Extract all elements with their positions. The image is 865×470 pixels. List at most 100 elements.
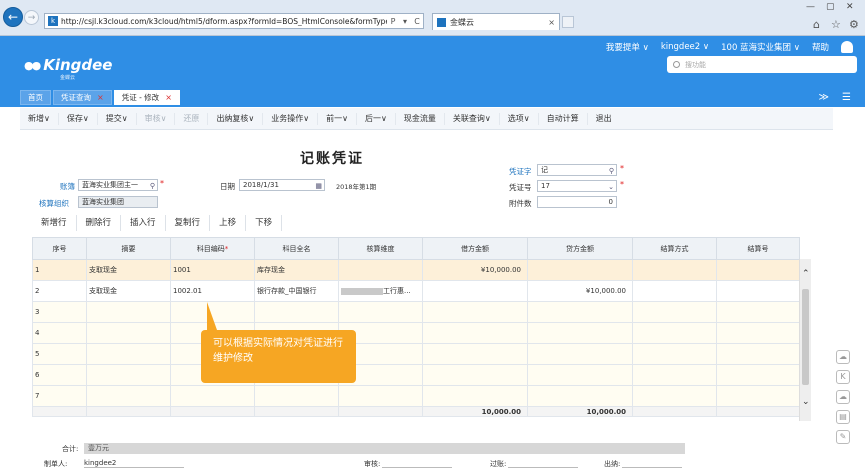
k-app-icon[interactable]: K: [836, 370, 850, 384]
toolbar-auto-calc-button[interactable]: 自动计算: [539, 112, 588, 125]
attachments-field[interactable]: 0: [537, 196, 617, 208]
menu-icon[interactable]: ☰: [842, 92, 851, 103]
scroll-down-icon[interactable]: ⌄: [802, 397, 810, 407]
cell-debit[interactable]: [422, 343, 528, 365]
toolbar-save-button[interactable]: 保存∨: [59, 112, 98, 125]
cell-debit[interactable]: [422, 385, 528, 407]
cell-settle-no[interactable]: [716, 364, 800, 386]
cell-settle-method[interactable]: [632, 259, 717, 281]
bell-icon[interactable]: [841, 41, 853, 53]
insert-row-button[interactable]: 插入行: [121, 215, 166, 231]
table-row[interactable]: 4: [32, 322, 800, 344]
cell-code[interactable]: 1001: [170, 259, 255, 281]
org-menu[interactable]: 100 蓝海实业集团 ∨: [721, 41, 800, 53]
cell-credit[interactable]: [527, 385, 633, 407]
tab-close-icon[interactable]: ×: [165, 93, 172, 102]
forward-arrow-icon[interactable]: →: [24, 10, 39, 25]
cell-dim[interactable]: [338, 259, 423, 281]
chevron-down-icon[interactable]: ⌄: [608, 182, 614, 191]
voucher-word-field[interactable]: 记 ⚲: [537, 164, 617, 176]
cell-debit[interactable]: [422, 280, 528, 302]
cell-settle-no[interactable]: [716, 385, 800, 407]
url-text[interactable]: http://csjl.k3cloud.com/k3cloud/html5/df…: [61, 17, 387, 26]
cell-dim[interactable]: [338, 301, 423, 323]
toolbar-business-ops-button[interactable]: 业务操作∨: [263, 112, 319, 125]
col-header-settle-no[interactable]: 结算号: [716, 237, 800, 260]
settings-gear-icon[interactable]: ⚙: [849, 18, 859, 31]
cell-summary[interactable]: [86, 343, 171, 365]
cell-settle-method[interactable]: [632, 364, 717, 386]
date-field[interactable]: 2018/1/31 ▦: [239, 179, 325, 191]
tab-close-icon[interactable]: ×: [97, 93, 104, 102]
cell-dim[interactable]: [338, 385, 423, 407]
cell-settle-method[interactable]: [632, 343, 717, 365]
toolbar-cashflow-button[interactable]: 现金流量: [396, 112, 445, 125]
table-row[interactable]: 1 支取现金 1001 库存现金 ¥10,000.00: [32, 259, 800, 281]
home-icon[interactable]: ⌂: [813, 18, 820, 31]
cell-dim[interactable]: 工行惠...: [338, 280, 423, 302]
maximize-icon[interactable]: ▢: [826, 2, 835, 12]
cell-settle-no[interactable]: [716, 343, 800, 365]
tab-close-icon[interactable]: ×: [548, 18, 555, 27]
cloud-icon[interactable]: ☁: [836, 350, 850, 364]
toolbar-restore-button[interactable]: 还原: [175, 112, 209, 125]
back-arrow-icon[interactable]: ←: [3, 7, 23, 27]
cell-summary[interactable]: [86, 301, 171, 323]
edit-icon[interactable]: ✎: [836, 430, 850, 444]
cell-settle-method[interactable]: [632, 385, 717, 407]
cell-debit[interactable]: [422, 322, 528, 344]
cell-code[interactable]: 1002.01: [170, 280, 255, 302]
cell-summary[interactable]: [86, 364, 171, 386]
cell-settle-method[interactable]: [632, 322, 717, 344]
col-header-no[interactable]: 序号: [32, 237, 87, 260]
cell-settle-no[interactable]: [716, 259, 800, 281]
cell-debit[interactable]: ¥10,000.00: [422, 259, 528, 281]
cloud-sync-icon[interactable]: ☁: [836, 390, 850, 404]
toolbar-submit-button[interactable]: 提交∨: [98, 112, 137, 125]
cell-settle-no[interactable]: [716, 301, 800, 323]
toolbar-cashier-review-button[interactable]: 出纳复核∨: [208, 112, 264, 125]
move-down-button[interactable]: 下移: [246, 215, 283, 231]
toolbar-related-query-button[interactable]: 关联查询∨: [445, 112, 500, 125]
cell-summary[interactable]: 支取现金: [86, 280, 171, 302]
cell-settle-method[interactable]: [632, 301, 717, 323]
search-dropdown-icon[interactable]: P: [387, 17, 399, 26]
cell-credit[interactable]: [527, 301, 633, 323]
cell-settle-no[interactable]: [716, 280, 800, 302]
toolbar-new-button[interactable]: 新增∨: [20, 112, 59, 125]
add-row-button[interactable]: 新增行: [32, 215, 77, 231]
toolbar-exit-button[interactable]: 退出: [588, 113, 620, 125]
cell-debit[interactable]: [422, 301, 528, 323]
cell-summary[interactable]: 支取现金: [86, 259, 171, 281]
close-window-icon[interactable]: ✕: [846, 2, 854, 12]
voucher-no-field[interactable]: 17 ⌄: [537, 180, 617, 192]
table-scrollbar[interactable]: ⌃ ⌄: [799, 259, 811, 421]
col-header-dimension[interactable]: 核算维度: [338, 237, 423, 260]
col-header-settle-method[interactable]: 结算方式: [632, 237, 717, 260]
cell-debit[interactable]: [422, 364, 528, 386]
user-menu[interactable]: kingdee2 ∨: [661, 42, 709, 52]
search-icon[interactable]: ⚲: [609, 166, 614, 175]
cell-credit[interactable]: [527, 322, 633, 344]
search-icon[interactable]: ⚲: [150, 181, 155, 190]
search-input[interactable]: 搜功能: [667, 56, 857, 73]
col-header-debit[interactable]: 借方金额: [422, 237, 528, 260]
toolbar-previous-button[interactable]: 前一∨: [318, 112, 358, 125]
delete-row-button[interactable]: 删除行: [77, 215, 122, 231]
col-header-account-code[interactable]: 科目编码*: [170, 237, 255, 260]
cell-summary[interactable]: [86, 385, 171, 407]
cell-summary[interactable]: [86, 322, 171, 344]
submit-ticket-menu[interactable]: 我要提单 ∨: [606, 41, 649, 53]
document-icon[interactable]: ▤: [836, 410, 850, 424]
scrollbar-thumb[interactable]: [802, 289, 809, 385]
cell-credit[interactable]: [527, 343, 633, 365]
table-row[interactable]: 6: [32, 364, 800, 386]
table-row[interactable]: 5: [32, 343, 800, 365]
table-row[interactable]: 7: [32, 385, 800, 407]
tab-voucher-edit[interactable]: 凭证 - 修改 ×: [113, 90, 180, 105]
cell-settle-method[interactable]: [632, 280, 717, 302]
table-row[interactable]: 2 支取现金 1002.01 银行存款_中国银行 工行惠... ¥10,000.…: [32, 280, 800, 302]
table-row[interactable]: 3: [32, 301, 800, 323]
col-header-summary[interactable]: 摘要: [86, 237, 171, 260]
tab-voucher-query[interactable]: 凭证查询 ×: [53, 90, 112, 105]
